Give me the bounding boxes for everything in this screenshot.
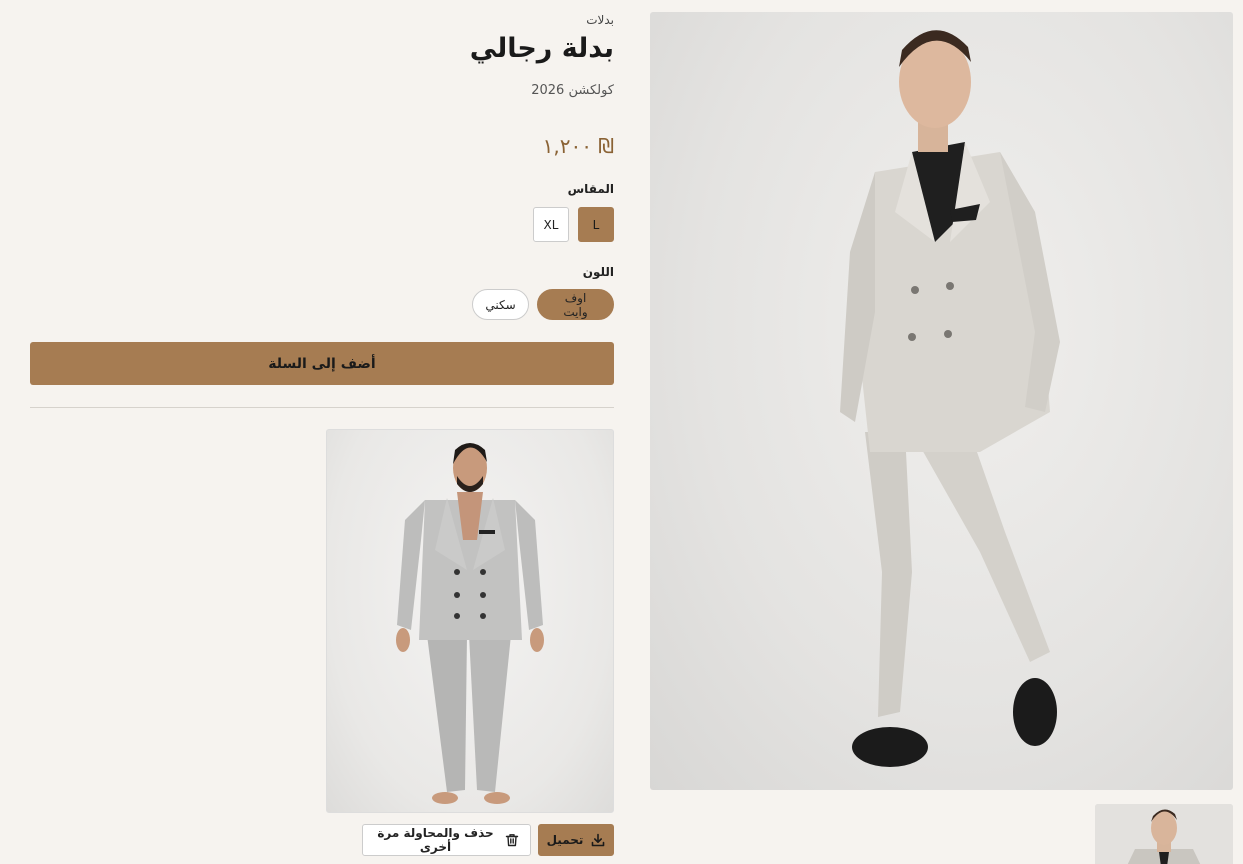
product-title: بدلة رجالي bbox=[469, 33, 614, 64]
download-button[interactable]: تحميل bbox=[538, 824, 614, 856]
generated-image bbox=[326, 429, 614, 813]
delete-retry-button[interactable]: حذف والمحاولة مرة أخرى bbox=[362, 824, 531, 856]
download-label: تحميل bbox=[546, 833, 584, 847]
product-thumbnail[interactable] bbox=[1095, 804, 1233, 864]
color-label: اللون bbox=[582, 265, 614, 279]
product-main-image bbox=[650, 12, 1233, 790]
color-option-grey[interactable]: سكني bbox=[472, 289, 529, 320]
color-option-off-white[interactable]: اوف وايت bbox=[537, 289, 614, 320]
product-collection: كولكشن 2026 bbox=[531, 83, 614, 98]
color-options: اوف وايت سكني bbox=[472, 289, 614, 320]
download-icon bbox=[591, 833, 605, 847]
delete-retry-label: حذف والمحاولة مرة أخرى bbox=[377, 826, 494, 854]
product-price: ١,٢٠٠ ₪ bbox=[542, 134, 614, 158]
size-option-l[interactable]: L bbox=[578, 207, 614, 242]
divider bbox=[30, 407, 614, 408]
trash-icon bbox=[505, 833, 519, 847]
breadcrumb[interactable]: بدلات bbox=[586, 13, 614, 27]
size-option-xl[interactable]: XL bbox=[533, 207, 569, 242]
size-label: المقاس bbox=[567, 182, 614, 196]
add-to-cart-button[interactable]: أضف إلى السلة bbox=[30, 342, 614, 385]
size-options: L XL bbox=[533, 207, 614, 242]
image-actions: تحميل حذف والمحاولة مرة أخرى bbox=[362, 824, 614, 856]
